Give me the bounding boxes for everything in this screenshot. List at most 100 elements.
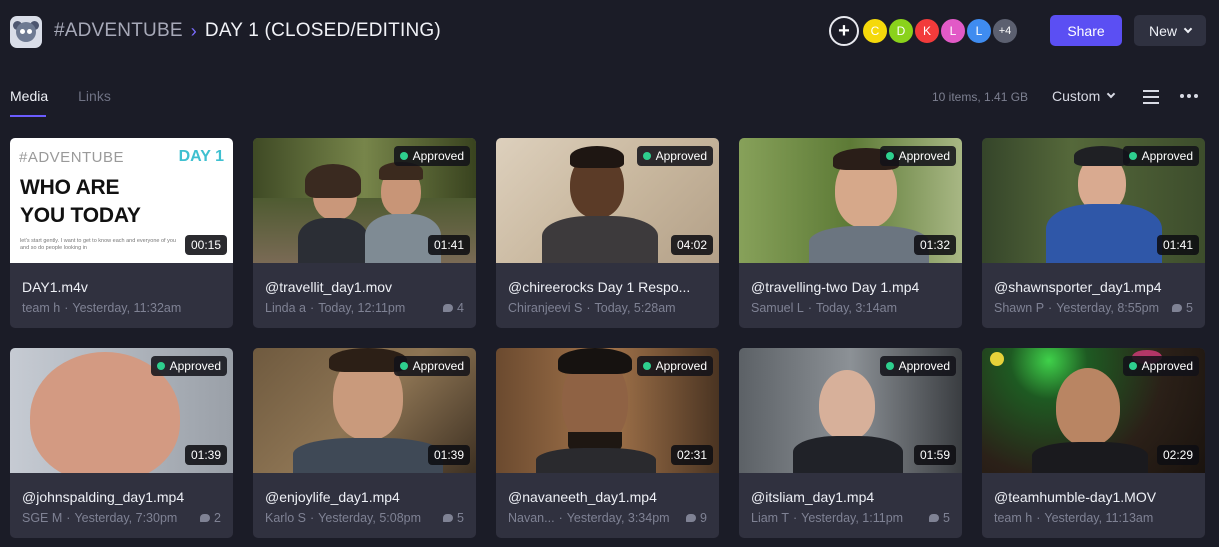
breadcrumb: #ADVENTUBE › DAY 1 (CLOSED/EDITING) — [54, 20, 441, 42]
more-options-icon[interactable] — [1180, 94, 1198, 98]
thumbnail[interactable]: Approved 02:31 — [496, 348, 719, 473]
thumbnail-tag-text: #ADVENTUBE — [19, 149, 125, 166]
comment-icon — [1172, 304, 1183, 312]
comment-count[interactable]: 5 — [1172, 301, 1193, 315]
status-badge: Approved — [393, 356, 470, 376]
more-collaborators-badge[interactable]: +4 — [991, 17, 1019, 45]
media-card[interactable]: Approved 01:41 @shawnsporter_day1.mp4 Sh… — [982, 138, 1205, 328]
media-card[interactable]: #ADVENTUBE DAY 1 WHO ARE YOU TODAY let's… — [10, 138, 233, 328]
project-logo[interactable] — [10, 16, 42, 48]
media-card[interactable]: Approved 02:29 @teamhumble-day1.MOV team… — [982, 348, 1205, 538]
approved-dot-icon — [156, 362, 165, 370]
approved-dot-icon — [885, 362, 894, 370]
avatar[interactable]: K — [913, 17, 941, 45]
media-card[interactable]: Approved 01:32 @travelling-two Day 1.mp4… — [739, 138, 962, 328]
thumbnail[interactable]: Approved 02:29 — [982, 348, 1205, 473]
file-meta: team h · Yesterday, 11:13am — [994, 511, 1154, 525]
status-badge: Approved — [636, 356, 713, 376]
file-name[interactable]: @travelling-two Day 1.mp4 — [751, 279, 950, 295]
duration-badge: 00:15 — [184, 235, 227, 255]
thumbnail-caption: let's start gently. I want to get to kno… — [20, 238, 176, 251]
file-meta: Liam T · Yesterday, 1:11pm 5 — [751, 511, 950, 525]
thumbnail[interactable]: Approved 01:59 — [739, 348, 962, 473]
duration-badge: 01:59 — [913, 445, 956, 465]
thumbnail[interactable]: Approved 04:02 — [496, 138, 719, 263]
file-name[interactable]: @travellit_day1.mov — [265, 279, 464, 295]
comment-icon — [443, 514, 454, 522]
duration-badge: 01:39 — [427, 445, 470, 465]
new-button-label: New — [1148, 22, 1177, 39]
new-button[interactable]: New — [1134, 15, 1206, 46]
thumbnail-heading: WHO ARE — [20, 176, 120, 199]
thumbnail[interactable]: Approved 01:39 — [253, 348, 476, 473]
media-card[interactable]: Approved 01:59 @itsliam_day1.mp4 Liam T ·… — [739, 348, 962, 538]
thumbnail[interactable]: Approved 01:39 — [10, 348, 233, 473]
avatar[interactable]: L — [965, 17, 993, 45]
file-meta: Karlo S · Yesterday, 5:08pm 5 — [265, 511, 464, 525]
approved-dot-icon — [1128, 362, 1137, 370]
file-name[interactable]: DAY1.m4v — [22, 279, 221, 295]
uploader: Karlo S — [265, 511, 306, 525]
comment-count[interactable]: 4 — [443, 301, 464, 315]
chevron-right-icon: › — [190, 20, 197, 41]
comment-count[interactable]: 5 — [929, 511, 950, 525]
file-name[interactable]: @teamhumble-day1.MOV — [994, 489, 1193, 505]
media-card[interactable]: Approved 02:31 @navaneeth_day1.mp4 Navan… — [496, 348, 719, 538]
approved-dot-icon — [885, 152, 894, 160]
breadcrumb-project[interactable]: #ADVENTUBE — [54, 20, 183, 42]
media-card[interactable]: Approved 01:39 @johnspalding_day1.mp4 SG… — [10, 348, 233, 538]
approved-dot-icon — [642, 362, 651, 370]
sort-dropdown[interactable]: Custom — [1052, 88, 1116, 104]
uploader: team h — [994, 511, 1033, 525]
comment-icon — [686, 514, 697, 522]
upload-time: Yesterday, 3:34pm — [566, 511, 670, 525]
list-view-icon[interactable] — [1140, 89, 1159, 105]
status-text: Approved — [169, 359, 221, 373]
upload-time: Yesterday, 8:55pm — [1056, 301, 1160, 315]
file-name[interactable]: @enjoylife_day1.mp4 — [265, 489, 464, 505]
comment-count[interactable]: 5 — [443, 511, 464, 525]
media-card[interactable]: Approved 04:02 @chireerocks Day 1 Respo.… — [496, 138, 719, 328]
avatar[interactable]: L — [939, 17, 967, 45]
comment-count[interactable]: 2 — [200, 511, 221, 525]
avatar[interactable]: D — [887, 17, 915, 45]
file-name[interactable]: @chireerocks Day 1 Respo... — [508, 279, 707, 295]
duration-badge: 02:31 — [670, 445, 713, 465]
status-text: Approved — [412, 149, 464, 163]
media-card[interactable]: Approved 01:41 @travellit_day1.mov Linda… — [253, 138, 476, 328]
file-meta: Linda a · Today, 12:11pm 4 — [265, 301, 464, 315]
duration-badge: 01:41 — [1156, 235, 1199, 255]
upload-time: Today, 5:28am — [594, 301, 676, 315]
file-name[interactable]: @navaneeth_day1.mp4 — [508, 489, 707, 505]
thumbnail[interactable]: Approved 01:41 — [982, 138, 1205, 263]
file-meta: Samuel L · Today, 3:14am — [751, 301, 898, 315]
thumbnail[interactable]: Approved 01:41 — [253, 138, 476, 263]
uploader: Samuel L — [751, 301, 804, 315]
add-collaborator-button[interactable]: + — [829, 16, 859, 46]
status-text: Approved — [412, 359, 464, 373]
tab-media[interactable]: Media — [10, 88, 48, 117]
thumbnail[interactable]: #ADVENTUBE DAY 1 WHO ARE YOU TODAY let's… — [10, 138, 233, 263]
tab-links[interactable]: Links — [78, 88, 111, 104]
share-button[interactable]: Share — [1050, 15, 1122, 46]
uploader: Navan... — [508, 511, 555, 525]
comment-count-value: 9 — [700, 511, 707, 525]
thumbnail[interactable]: Approved 01:32 — [739, 138, 962, 263]
upload-time: Yesterday, 1:11pm — [801, 511, 904, 525]
comment-count-value: 5 — [457, 511, 464, 525]
duration-badge: 01:32 — [913, 235, 956, 255]
avatar[interactable]: C — [861, 17, 889, 45]
file-name[interactable]: @johnspalding_day1.mp4 — [22, 489, 221, 505]
file-meta: team h · Yesterday, 11:32am — [22, 301, 182, 315]
uploader: Chiranjeevi S — [508, 301, 583, 315]
status-badge: Approved — [879, 356, 956, 376]
upload-time: Today, 12:11pm — [318, 301, 406, 315]
file-name[interactable]: @shawnsporter_day1.mp4 — [994, 279, 1193, 295]
media-card[interactable]: Approved 01:39 @enjoylife_day1.mp4 Karlo… — [253, 348, 476, 538]
duration-badge: 01:39 — [184, 445, 227, 465]
uploader: team h — [22, 301, 61, 315]
file-name[interactable]: @itsliam_day1.mp4 — [751, 489, 950, 505]
upload-time: Yesterday, 5:08pm — [318, 511, 422, 525]
comment-count[interactable]: 9 — [686, 511, 707, 525]
status-text: Approved — [655, 149, 707, 163]
